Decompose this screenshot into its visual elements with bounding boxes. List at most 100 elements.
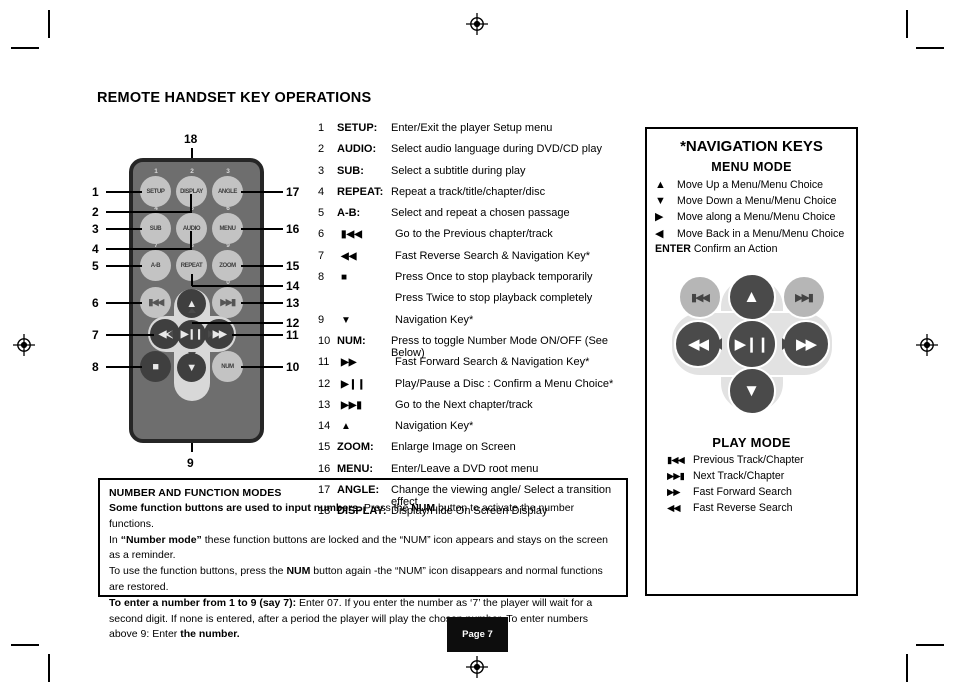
- menu-mode-arrow-icon: ▶: [655, 211, 664, 223]
- remote-button-stop[interactable]: ■: [140, 351, 171, 382]
- navigation-keys-panel: *NAVIGATION KEYS MENU MODE ▲ Move Up a Me…: [645, 127, 858, 596]
- registration-mark-top: [466, 13, 488, 35]
- leader-line-4: [106, 248, 192, 250]
- menu-mode-text: Move Back in a Menu/Menu Choice: [677, 227, 845, 240]
- key-list-index: 14: [318, 420, 331, 433]
- enter-row: ENTER Confirm an Action: [655, 243, 848, 255]
- play-mode-text: Previous Track/Chapter: [693, 454, 804, 466]
- play-mode-text: Fast Reverse Search: [693, 502, 793, 514]
- remote-button-menu[interactable]: MENU: [212, 213, 243, 244]
- crop-mark-top-left-v: [48, 10, 50, 38]
- key-list-row: 2 AUDIO: Select audio language during DVD/…: [318, 143, 638, 164]
- nm-l3-a: To use the function buttons, press the: [109, 565, 287, 578]
- remote-button-zoom[interactable]: ZOOM: [212, 250, 243, 281]
- remote-button-rewind[interactable]: ◀◀: [150, 319, 180, 349]
- key-list-index: 16: [318, 462, 331, 475]
- key-list-name: ▶▶▮: [341, 399, 362, 411]
- key-list-name: NUM:: [337, 334, 366, 347]
- dpad-previous-track-button[interactable]: ▮◀◀: [677, 275, 722, 319]
- leader-line-2: [106, 211, 192, 213]
- key-list-row: 1 SETUP: Enter/Exit the player Setup menu: [318, 122, 638, 143]
- remote-button-previous-track[interactable]: ▮◀◀: [140, 287, 171, 318]
- play-mode-rows: ▮◀◀ Previous Track/Chapter ▶▶▮ Next Track/C…: [655, 454, 848, 514]
- key-list-name: SETUP:: [337, 122, 378, 134]
- key-list-index: 1: [318, 122, 325, 134]
- callout-1: 1: [92, 185, 99, 199]
- play-mode-row: ▶▶▮ Next Track/Chapter: [655, 470, 848, 482]
- page-number-badge: Page 7: [447, 617, 508, 652]
- remote-button-num[interactable]: NUM: [212, 351, 243, 382]
- key-list-name: ▮◀◀: [341, 229, 362, 241]
- menu-mode-text: Move Down a Menu/Menu Choice: [677, 194, 837, 207]
- play-mode-row: ▶▶ Fast Forward Search: [655, 486, 848, 498]
- crop-mark-top-right-v: [906, 10, 908, 38]
- callout-9: 9: [187, 456, 194, 470]
- key-list-name: ▶▶: [341, 357, 357, 369]
- key-list-index: 11: [318, 356, 330, 369]
- remote-handset-diagram: 18 9 1 2 3 4 5 6 7 8 9 0 SETUP DISPLAY A…: [86, 126, 326, 476]
- remote-button-up[interactable]: ▲: [177, 289, 206, 318]
- callout-2: 2: [92, 205, 99, 219]
- crop-mark-bottom-left-v: [48, 654, 50, 682]
- menu-mode-arrow-icon: ◀: [655, 227, 664, 240]
- nm-l2-bold: “Number mode”: [120, 533, 202, 546]
- crop-mark-top-left-h: [11, 47, 39, 49]
- callout-4: 4: [92, 242, 99, 256]
- leader-line-8: [106, 366, 142, 368]
- remote-button-angle[interactable]: ANGLE: [212, 176, 243, 207]
- leader-line-11: [232, 334, 283, 336]
- page-number-label: Page 7: [462, 629, 493, 640]
- menu-mode-rows: ▲ Move Up a Menu/Menu Choice ▼ Move Down a …: [655, 179, 848, 240]
- leader-line-14: [192, 285, 283, 287]
- play-mode-text: Next Track/Chapter: [693, 470, 785, 482]
- leader-line-14-vert: [191, 274, 193, 286]
- remote-button-sub[interactable]: SUB: [140, 213, 171, 244]
- play-mode-row: ▮◀◀ Previous Track/Chapter: [655, 454, 848, 466]
- page-title: REMOTE HANDSET KEY OPERATIONS: [97, 90, 372, 106]
- key-list-index: 12: [318, 377, 331, 390]
- callout-17: 17: [286, 185, 300, 199]
- key-operations-list: 1 SETUP: Enter/Exit the player Setup menu 2…: [318, 122, 638, 527]
- number-modes-line-3: To use the function buttons, press the N…: [109, 564, 617, 596]
- dpad-direction-right-icon: [781, 338, 790, 350]
- number-and-function-modes-box: NUMBER AND FUNCTION MODES Some function …: [98, 478, 628, 640]
- play-mode-glyph-icon: ◀◀: [667, 503, 681, 514]
- key-list-index: 6: [318, 228, 325, 241]
- dpad-next-track-button[interactable]: ▶▶▮: [781, 275, 826, 319]
- menu-mode-arrow-icon: ▼: [655, 194, 666, 207]
- key-list-row: 7 ◀◀ Fast Reverse Search & Navigation Key*: [318, 250, 638, 271]
- callout-6: 6: [92, 296, 99, 310]
- dpad-up-button[interactable]: ▲: [727, 273, 776, 321]
- play-mode-heading: PLAY MODE: [712, 435, 791, 450]
- play-mode-text: Fast Forward Search: [693, 486, 792, 498]
- key-list-index: 3: [318, 164, 325, 177]
- key-list-row: 8 ■ Press Once to stop playback temporaril…: [318, 271, 638, 292]
- key-list-description: Go to the Previous chapter/track: [395, 228, 553, 241]
- key-list-description: Press Once to stop playback temporarily: [395, 271, 593, 284]
- dpad-arrow-right-icon: [208, 330, 213, 338]
- remote-button-down[interactable]: ▼: [177, 353, 206, 382]
- remote-button-next-track[interactable]: ▶▶▮: [212, 287, 243, 318]
- key-list-description: Play/Pause a Disc : Confirm a Menu Choic…: [395, 377, 614, 390]
- leader-line-3: [106, 228, 142, 230]
- nm-l4-end: the number.: [180, 628, 240, 641]
- nm-l1-num: NUM: [411, 502, 436, 514]
- nm-l3-num: NUM: [286, 565, 311, 578]
- dpad-play-pause-button[interactable]: ▶❙❙: [726, 319, 777, 369]
- remote-button-play-pause[interactable]: ▶❙❙: [177, 320, 206, 349]
- key-list-name: ■: [341, 272, 348, 284]
- number-modes-line-2: In “Number mode” these function buttons …: [109, 533, 617, 565]
- key-list-index: 2: [318, 143, 325, 156]
- key-list-name: MENU:: [337, 462, 374, 475]
- key-list-name: ▶❙❙: [341, 378, 366, 390]
- leader-line-7: [106, 334, 154, 336]
- key-list-description: Enlarge Image on Screen: [391, 441, 516, 454]
- remote-button-setup[interactable]: SETUP: [140, 176, 171, 207]
- key-list-description: Fast Reverse Search & Navigation Key*: [395, 249, 591, 262]
- dpad-arrow-left-icon: [168, 330, 173, 338]
- leader-line-10: [241, 366, 283, 368]
- key-list-row: Press Twice to stop playback completely: [318, 292, 638, 313]
- key-list-description: Go to the Next chapter/track: [395, 398, 533, 411]
- remote-button-ab[interactable]: A-B: [140, 250, 171, 281]
- menu-mode-arrow-icon: ▲: [655, 179, 666, 191]
